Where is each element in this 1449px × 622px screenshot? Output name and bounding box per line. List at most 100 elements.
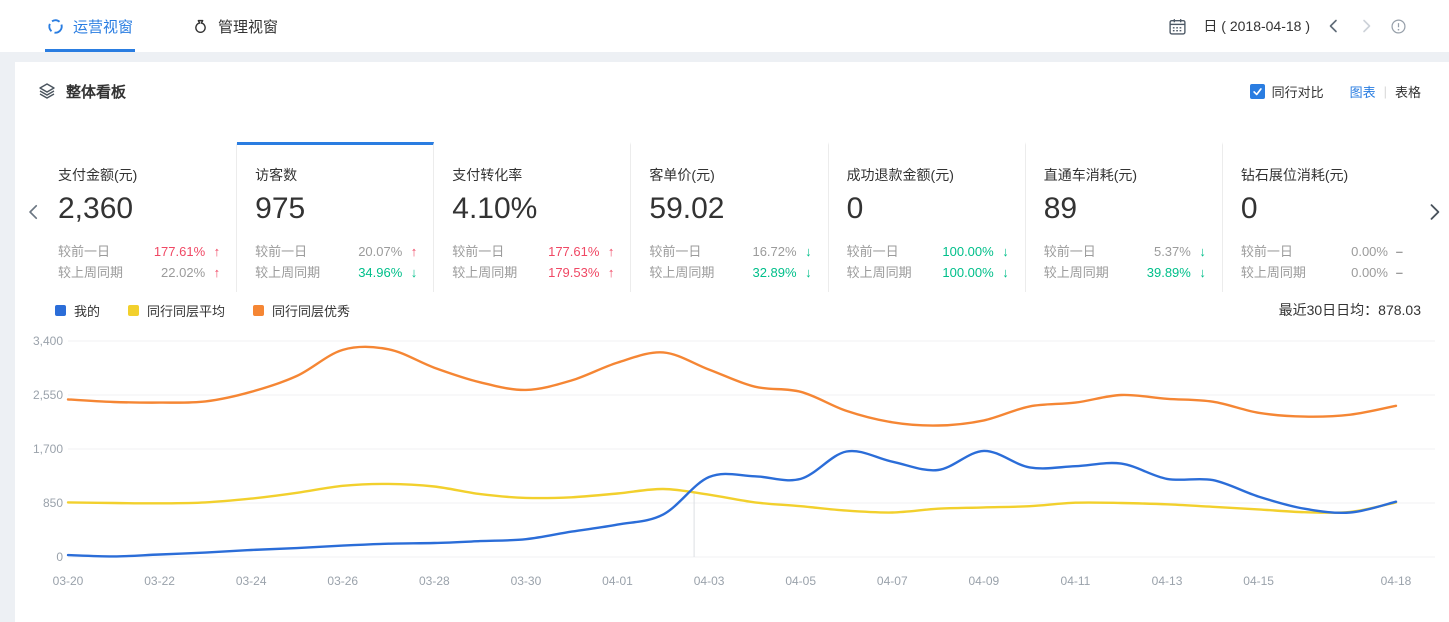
- x-axis-tick: 03-20: [53, 574, 84, 588]
- trend-up-icon: ↑: [599, 241, 614, 262]
- trend-down-icon: ↓: [994, 241, 1009, 262]
- date-next-button[interactable]: [1358, 18, 1374, 34]
- trend-down-icon: ↓: [1191, 241, 1206, 262]
- legend-label: 同行同层平均: [147, 301, 225, 320]
- tab-operations-view[interactable]: 运营视窗: [45, 0, 135, 52]
- compare-row-week: 较上周同期 32.89% ↓: [649, 262, 811, 283]
- compare-row-week: 较上周同期 0.00% –: [1241, 262, 1403, 283]
- metric-card-value: 2,360: [58, 192, 220, 226]
- trend-up-icon: ↑: [402, 241, 417, 262]
- x-axis-tick: 04-09: [969, 574, 1000, 588]
- tab-label: 管理视窗: [218, 16, 278, 37]
- metric-card-value: 59.02: [649, 192, 811, 226]
- trend-up-icon: ↑: [205, 262, 220, 283]
- peer-compare-checkbox[interactable]: [1250, 84, 1265, 99]
- x-axis-tick: 04-11: [1061, 574, 1091, 588]
- compare-row-week: 较上周同期 39.89% ↓: [1044, 262, 1206, 283]
- chart-legend: 我的 同行同层平均 同行同层优秀: [55, 301, 350, 320]
- metric-card-value: 4.10%: [452, 192, 614, 226]
- compare-label: 较前一日: [58, 241, 143, 262]
- nav-right-controls: 日 ( 2018-04-18 ): [1168, 0, 1407, 52]
- metric-card[interactable]: 客单价(元) 59.02 较前一日 16.72% ↓ 较上周同期 32.89% …: [631, 142, 828, 292]
- compare-value: 0.00%: [1326, 262, 1388, 283]
- y-axis-tick: 850: [43, 496, 63, 510]
- x-axis-tick: 04-01: [602, 574, 633, 588]
- legend-item[interactable]: 我的: [55, 301, 100, 320]
- metric-card[interactable]: 支付转化率 4.10% 较前一日 177.61% ↑ 较上周同期 179.53%…: [434, 142, 631, 292]
- metric-card-title: 客单价(元): [649, 165, 811, 185]
- metric-card-value: 0: [847, 192, 1009, 226]
- legend-item[interactable]: 同行同层优秀: [253, 301, 350, 320]
- compare-row-day: 较前一日 177.61% ↑: [452, 241, 614, 262]
- compare-row-day: 较前一日 0.00% –: [1241, 241, 1403, 262]
- compare-label: 较前一日: [649, 241, 734, 262]
- metric-card[interactable]: 直通车消耗(元) 89 较前一日 5.37% ↓ 较上周同期 39.89% ↓: [1026, 142, 1223, 292]
- board-controls: 同行对比 图表 | 表格: [1250, 82, 1421, 101]
- metric-card[interactable]: 访客数 975 较前一日 20.07% ↑ 较上周同期 34.96% ↓: [237, 142, 434, 292]
- layers-icon: [38, 82, 56, 100]
- trend-down-icon: ↓: [402, 262, 417, 283]
- metric-card[interactable]: 支付金额(元) 2,360 较前一日 177.61% ↑ 较上周同期 22.02…: [40, 142, 237, 292]
- metric-card-title: 支付转化率: [452, 165, 614, 185]
- operations-view-icon: [47, 18, 64, 35]
- compare-value: 179.53%: [537, 262, 599, 283]
- cards-next-button[interactable]: [1423, 197, 1445, 227]
- series-line-同行同层优秀: [68, 347, 1396, 426]
- y-axis-tick: 3,400: [33, 334, 63, 348]
- top-nav-bar: 运营视窗 管理视窗 日 ( 2018-04-18 ): [0, 0, 1449, 52]
- metric-card[interactable]: 钻石展位消耗(元) 0 较前一日 0.00% – 较上周同期 0.00% –: [1223, 142, 1419, 292]
- compare-row-day: 较前一日 5.37% ↓: [1044, 241, 1206, 262]
- trend-line-chart[interactable]: 08501,7002,5503,40003-2003-2203-2403-260…: [15, 324, 1449, 614]
- compare-value: 0.00%: [1326, 241, 1388, 262]
- compare-label: 较上周同期: [847, 262, 932, 283]
- metric-cards: 支付金额(元) 2,360 较前一日 177.61% ↑ 较上周同期 22.02…: [40, 142, 1419, 292]
- x-axis-tick: 04-05: [785, 574, 816, 588]
- view-toggle-table[interactable]: 表格: [1395, 82, 1421, 101]
- compare-value: 100.00%: [932, 262, 994, 283]
- compare-row-day: 较前一日 20.07% ↑: [255, 241, 417, 262]
- trend-down-icon: ↓: [797, 262, 812, 283]
- compare-label: 较前一日: [255, 241, 340, 262]
- compare-row-day: 较前一日 177.61% ↑: [58, 241, 220, 262]
- compare-label: 较前一日: [847, 241, 932, 262]
- compare-label: 较上周同期: [255, 262, 340, 283]
- compare-row-week: 较上周同期 34.96% ↓: [255, 262, 417, 283]
- tab-label: 运营视窗: [73, 16, 133, 37]
- dashboard-panel: 整体看板 同行对比 图表 | 表格 支付金额(元) 2,360 较前一日 177…: [15, 62, 1449, 622]
- x-axis-tick: 03-28: [419, 574, 450, 588]
- calendar-icon[interactable]: [1168, 17, 1187, 36]
- metric-card[interactable]: 成功退款金额(元) 0 较前一日 100.00% ↓ 较上周同期 100.00%…: [829, 142, 1026, 292]
- trend-down-icon: ↓: [797, 241, 812, 262]
- compare-label: 较上周同期: [1241, 262, 1326, 283]
- compare-value: 34.96%: [340, 262, 402, 283]
- x-axis-tick: 03-26: [327, 574, 358, 588]
- compare-value: 100.00%: [932, 241, 994, 262]
- legend-swatch-icon: [128, 305, 139, 316]
- compare-label: 较上周同期: [452, 262, 537, 283]
- peer-compare-label: 同行对比: [1272, 82, 1324, 101]
- metric-card-title: 钻石展位消耗(元): [1241, 165, 1403, 185]
- tab-management-view[interactable]: 管理视窗: [190, 0, 280, 52]
- compare-label: 较上周同期: [58, 262, 143, 283]
- trend-flat-icon: –: [1388, 262, 1403, 283]
- x-axis-tick: 04-15: [1243, 574, 1274, 588]
- date-selector[interactable]: 日 ( 2018-04-18 ): [1203, 16, 1310, 36]
- metric-card-title: 支付金额(元): [58, 165, 220, 185]
- view-toggle-chart[interactable]: 图表: [1350, 82, 1376, 101]
- x-axis-tick: 04-03: [694, 574, 725, 588]
- compare-value: 39.89%: [1129, 262, 1191, 283]
- compare-label: 较前一日: [1044, 241, 1129, 262]
- metric-card-title: 直通车消耗(元): [1044, 165, 1206, 185]
- legend-swatch-icon: [253, 305, 264, 316]
- info-icon[interactable]: [1390, 18, 1407, 35]
- series-line-我的: [68, 451, 1396, 557]
- compare-label: 较前一日: [1241, 241, 1326, 262]
- metric-card-value: 89: [1044, 192, 1206, 226]
- trend-down-icon: ↓: [994, 262, 1009, 283]
- compare-row-week: 较上周同期 100.00% ↓: [847, 262, 1009, 283]
- metric-card-title: 成功退款金额(元): [847, 165, 1009, 185]
- x-axis-tick: 03-30: [511, 574, 542, 588]
- date-prev-button[interactable]: [1326, 18, 1342, 34]
- trend-down-icon: ↓: [1191, 262, 1206, 283]
- legend-item[interactable]: 同行同层平均: [128, 301, 225, 320]
